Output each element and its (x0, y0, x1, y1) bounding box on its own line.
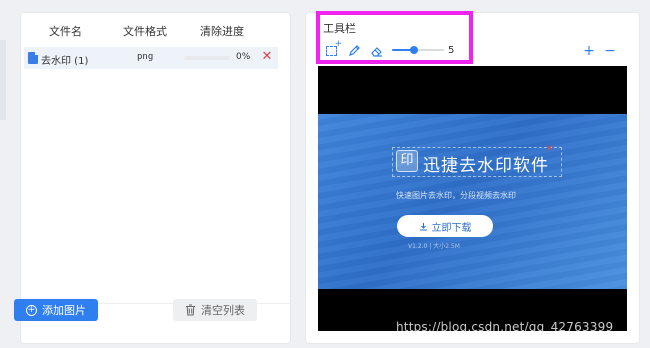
progress-text: 0% (236, 52, 251, 62)
clear-list-button[interactable]: 清空列表 (173, 299, 257, 321)
file-format: png (137, 52, 154, 62)
banner-app-name: 迅捷去水印软件 (423, 156, 549, 176)
progress-bar (184, 56, 230, 60)
zoom-out-icon[interactable]: − (604, 44, 616, 58)
column-header-format: 文件格式 (123, 25, 167, 38)
delete-icon[interactable]: ✕ (260, 50, 274, 64)
add-image-button[interactable]: + 添加图片 (14, 299, 98, 321)
window-edge (0, 40, 6, 120)
toolbar-highlight-box (316, 11, 473, 64)
download-icon (419, 222, 427, 230)
file-name: 去水印 (1) (41, 56, 89, 67)
file-row[interactable]: 去水印 (1) png 0% ✕ (24, 47, 278, 69)
column-header-progress: 清除进度 (200, 25, 244, 38)
banner-download-button: 立即下载 (397, 215, 493, 237)
image-preview[interactable]: 印 迅捷去水印软件 ✕ 快速图片去水印，分段视频去水印 立即下载 V1.2.0 … (318, 66, 627, 331)
preview-banner: 印 迅捷去水印软件 ✕ 快速图片去水印，分段视频去水印 立即下载 V1.2.0 … (318, 114, 627, 289)
image-file-icon (28, 52, 38, 64)
clear-list-label: 清空列表 (201, 304, 245, 317)
column-header-filename: 文件名 (49, 25, 82, 38)
add-image-label: 添加图片 (42, 304, 86, 317)
app-logo-icon: 印 (396, 150, 418, 172)
blog-watermark: https://blog.csdn.net/qq_42763399 (396, 320, 614, 334)
trash-icon (186, 304, 195, 316)
banner-version: V1.2.0 | 大小2.5M (408, 243, 460, 250)
file-list-panel: 文件名 文件格式 清除进度 去水印 (1) png 0% ✕ (20, 12, 291, 344)
banner-slogan: 快速图片去水印，分段视频去水印 (396, 191, 516, 200)
selection-close-icon: ✕ (546, 144, 554, 154)
banner-download-label: 立即下载 (431, 222, 472, 234)
zoom-in-icon[interactable]: + (583, 44, 595, 58)
plus-circle-icon: + (26, 304, 37, 316)
file-list-header: 文件名 文件格式 清除进度 (21, 13, 290, 45)
